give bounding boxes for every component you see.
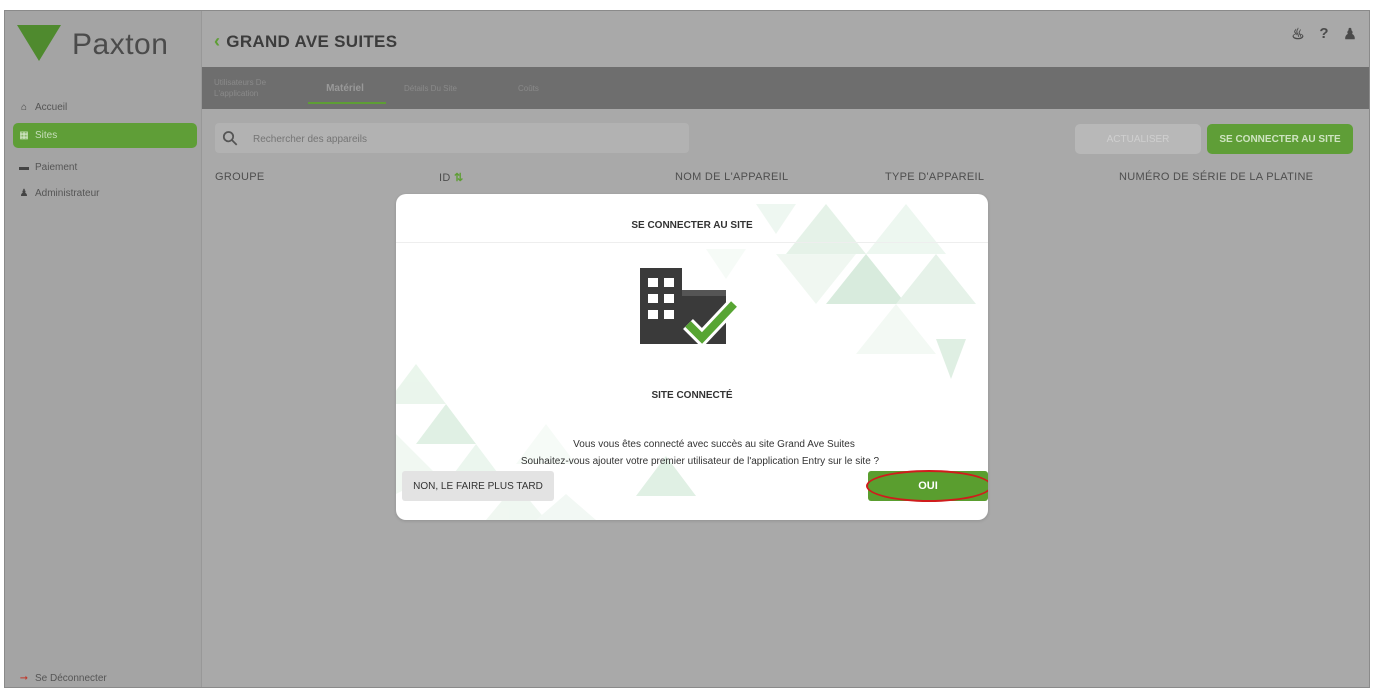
column-header-id[interactable]: ID ⇅ [439,171,464,184]
sidebar-item-label: Administrateur [35,187,100,199]
column-header-nom[interactable]: NOM DE L'APPAREIL [675,171,788,183]
sidebar-item-label: Accueil [35,101,68,113]
dialog-message-line1: Vous vous êtes connecté avec succès au s… [573,439,855,450]
logout-label: Se Déconnecter [35,672,107,684]
tab-bar: Utilisateurs De L'application Matériel D… [202,67,1369,109]
app-window: Paxton ⌂ Accueil ▦ Sites ▬ Paiement ♟ Ad… [4,10,1370,688]
sidebar-item-label: Paiement [35,161,78,173]
tab-couts[interactable]: Coûts [518,67,539,109]
refresh-button[interactable]: ACTUALISER [1075,124,1201,154]
back-button[interactable]: ‹ GRAND AVE SUITES [214,31,397,52]
help-icon[interactable]: ? [1315,25,1333,43]
dialog-divider [396,242,988,243]
tab-details-site[interactable]: Détails Du Site [404,67,457,109]
later-button[interactable]: NON, LE FAIRE PLUS TARD [402,471,554,501]
dialog-title: SE CONNECTER AU SITE [631,220,753,231]
site-connected-icon [640,268,740,349]
column-header-type[interactable]: TYPE D'APPAREIL [885,171,984,183]
search-box: ⚲ [215,123,689,153]
credit-card-icon: ▬ [19,161,29,173]
home-icon: ⌂ [20,101,28,113]
paxton-logo[interactable]: Paxton [15,23,185,73]
sidebar-item-paiement[interactable]: ▬ Paiement [5,155,201,179]
connect-site-dialog: SE CONNECTER AU SITE SITE CONNECTÉ Vous … [396,194,988,520]
yes-button[interactable]: OUI [868,471,988,501]
sidebar: Paxton ⌂ Accueil ▦ Sites ▬ Paiement ♟ Ad… [5,11,202,687]
column-header-groupe[interactable]: GROUPE [215,171,264,183]
sidebar-item-accueil[interactable]: ⌂ Accueil [5,95,201,119]
dialog-message-line2: Souhaitez-vous ajouter votre premier uti… [520,456,880,467]
logout-icon: ➞ [19,672,29,684]
sidebar-item-label: Sites [35,130,58,141]
bell-icon[interactable]: ♨ [1289,25,1307,43]
dialog-status: SITE CONNECTÉ [651,390,733,401]
header: ‹ GRAND AVE SUITES ♨ ? ♟ [202,11,1369,67]
column-header-label: ID [439,172,451,184]
connect-site-button[interactable]: SE CONNECTER AU SITE [1207,124,1353,154]
sidebar-item-administrateur[interactable]: ♟ Administrateur [5,181,201,205]
building-icon: ▦ [19,130,29,141]
logo-triangle-icon [17,25,61,61]
search-input[interactable] [251,129,675,149]
column-header-serie[interactable]: NUMÉRO DE SÉRIE DE LA PLATINE [1119,171,1313,183]
chevron-left-icon: ‹ [214,31,221,51]
sidebar-item-sites[interactable]: ▦ Sites [13,123,197,148]
tab-materiel[interactable]: Matériel [298,67,392,109]
logo-text: Paxton [72,28,169,61]
sort-icon[interactable]: ⇅ [454,172,464,184]
search-icon: ⚲ [217,125,244,152]
tab-utilisateurs[interactable]: Utilisateurs De L'application [214,67,284,109]
user-icon: ♟ [19,187,29,199]
page-title: GRAND AVE SUITES [226,31,398,51]
header-icons: ♨ ? ♟ [1289,25,1359,43]
logout-link[interactable]: ➞ Se Déconnecter [5,666,201,687]
account-icon[interactable]: ♟ [1341,25,1359,43]
